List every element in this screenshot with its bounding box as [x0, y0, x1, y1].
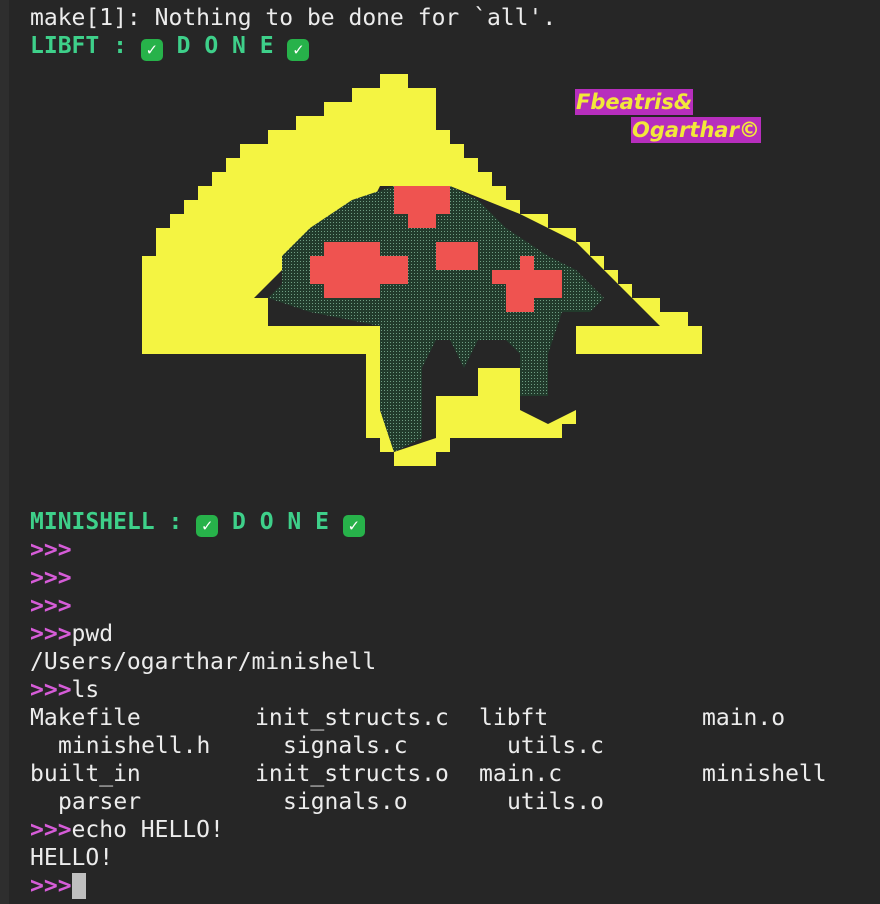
make-output-line: make[1]: Nothing to be done for `all'. [30, 5, 557, 31]
art-pixel-row [254, 298, 268, 326]
prompt-line: >>> [30, 536, 72, 564]
art-pixel-row [394, 452, 436, 466]
check-mark-icon: ✓ [342, 515, 365, 537]
prompt: >>> [30, 593, 72, 619]
art-pixel-row [324, 102, 436, 116]
ls-entry: utils.c [507, 733, 604, 759]
art-red-blob [436, 242, 478, 270]
ls-entry: main.c [479, 761, 563, 787]
command-text: echo HELLO! [71, 817, 224, 843]
art-red-blob [506, 298, 534, 312]
prompt-line: >>>echo HELLO! [30, 816, 224, 844]
ls-entry: Makefile [30, 705, 141, 731]
minishell-done: D O N E [218, 509, 343, 535]
credit-line-2: Ogarthar© [631, 117, 761, 143]
ls-entry: init_structs.c [255, 705, 449, 731]
art-red-blob [324, 242, 380, 256]
art-red-blob [492, 270, 562, 284]
prompt-line: >>> [30, 564, 72, 592]
check-mark-icon: ✓ [196, 515, 219, 537]
prompt: >>> [30, 817, 72, 843]
art-pixel-row [226, 158, 478, 172]
art-red-blob [394, 186, 450, 214]
ls-entry: parser [58, 789, 142, 815]
art-pixel-row [380, 74, 408, 88]
ls-entry: signals.o [283, 789, 408, 815]
minishell-status-line: MINISHELL : ✓ D O N E ✓ [30, 508, 365, 537]
ls-entry: main.o [702, 705, 786, 731]
prompt: >>> [30, 873, 72, 899]
prompt: >>> [30, 565, 72, 591]
ls-entry: minishell.h [58, 733, 211, 759]
terminal-cursor[interactable] [71, 873, 86, 899]
prompt-line: >>>pwd [30, 620, 113, 648]
command-text: pwd [71, 621, 114, 647]
ls-entry: libft [479, 705, 549, 731]
art-red-blob [506, 284, 562, 298]
art-red-blob [520, 256, 534, 270]
ls-entry: utils.o [507, 789, 604, 815]
libft-label: LIBFT : [30, 33, 141, 59]
libft-done: D O N E [162, 33, 288, 59]
libft-status-line: LIBFT : ✓ D O N E ✓ [30, 32, 310, 61]
art-pixel-row [212, 172, 492, 186]
check-mark-icon: ✓ [140, 39, 163, 61]
art-red-blob [310, 256, 408, 284]
prompt: >>> [30, 677, 72, 703]
command-text: ls [71, 677, 100, 703]
prompt: >>> [30, 621, 72, 647]
ls-entry: built_in [30, 761, 141, 787]
prompt-line[interactable]: >>> [30, 872, 86, 900]
check-mark-icon: ✓ [287, 39, 310, 61]
art-pixel-row [352, 88, 436, 102]
command-output: HELLO! [30, 845, 114, 871]
art-red-blob [324, 284, 380, 298]
art-pixel-row [296, 116, 436, 130]
ls-entry: minishell [702, 761, 827, 787]
art-pixel-row [240, 144, 464, 158]
minishell-label: MINISHELL : [30, 509, 197, 535]
prompt-line: >>> [30, 592, 72, 620]
art-pixel-row [268, 130, 450, 144]
ls-entry: signals.c [283, 733, 408, 759]
credit-line-1: Fbeatris& [575, 89, 694, 115]
command-output: /Users/ogarthar/minishell [30, 649, 377, 675]
prompt-line: >>>ls [30, 676, 99, 704]
art-red-blob [408, 214, 436, 228]
ls-entry: init_structs.o [255, 761, 449, 787]
prompt: >>> [30, 537, 72, 563]
